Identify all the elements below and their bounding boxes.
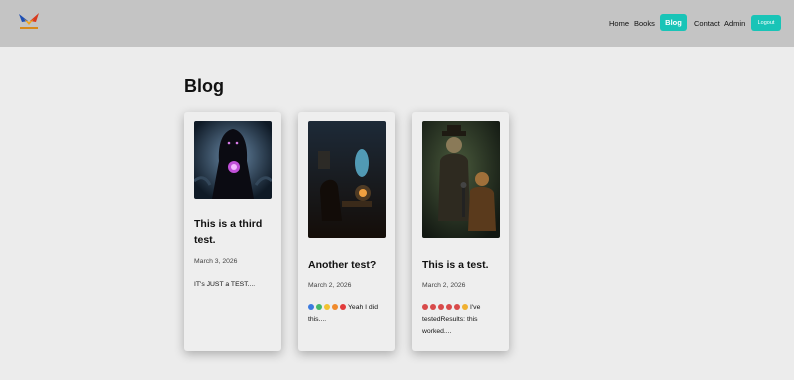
post-thumbnail[interactable]: [422, 121, 500, 238]
star-face-emoji: [462, 304, 468, 310]
post-date: March 2, 2026: [308, 282, 352, 289]
post-excerpt: Yeah I did this....: [308, 302, 390, 326]
post-date: March 3, 2026: [194, 258, 238, 265]
red-face-emoji: [446, 304, 452, 310]
red-face-emoji: [454, 304, 460, 310]
red-face-emoji: [430, 304, 436, 310]
yellow-heart-emoji: [324, 304, 330, 310]
blog-post-card[interactable]: This is a test. March 2, 2026 I've teste…: [412, 112, 509, 351]
red-heart-emoji: [340, 304, 346, 310]
post-date: March 2, 2026: [422, 282, 466, 289]
post-title[interactable]: Another test?: [308, 257, 388, 273]
post-thumbnail[interactable]: [194, 121, 272, 199]
blue-heart-emoji: [308, 304, 314, 310]
site-logo[interactable]: [16, 10, 42, 32]
site-header: Home Books Blog Contact Admin Logout: [0, 0, 794, 47]
nav-home-link[interactable]: Home: [609, 14, 629, 32]
post-title[interactable]: This is a third test.: [194, 216, 274, 248]
post-title[interactable]: This is a test.: [422, 257, 502, 273]
post-excerpt: I've testedResults: this worked....: [422, 302, 504, 338]
page-title: Blog: [184, 76, 224, 96]
red-face-emoji: [422, 304, 428, 310]
nav-books-link[interactable]: Books: [634, 14, 655, 32]
blog-post-card[interactable]: Another test? March 2, 2026 Yeah I did t…: [298, 112, 395, 351]
nav-blog-link[interactable]: Blog: [660, 14, 687, 31]
green-heart-emoji: [316, 304, 322, 310]
nav-admin-link[interactable]: Admin: [724, 14, 745, 32]
nav-contact-link[interactable]: Contact: [694, 14, 720, 32]
red-face-emoji: [438, 304, 444, 310]
blog-post-card[interactable]: This is a third test. March 3, 2026 IT's…: [184, 112, 281, 351]
logout-button[interactable]: Logout: [751, 15, 781, 31]
post-excerpt: IT's JUST a TEST....: [194, 281, 256, 288]
orange-heart-emoji: [332, 304, 338, 310]
post-thumbnail[interactable]: [308, 121, 386, 238]
